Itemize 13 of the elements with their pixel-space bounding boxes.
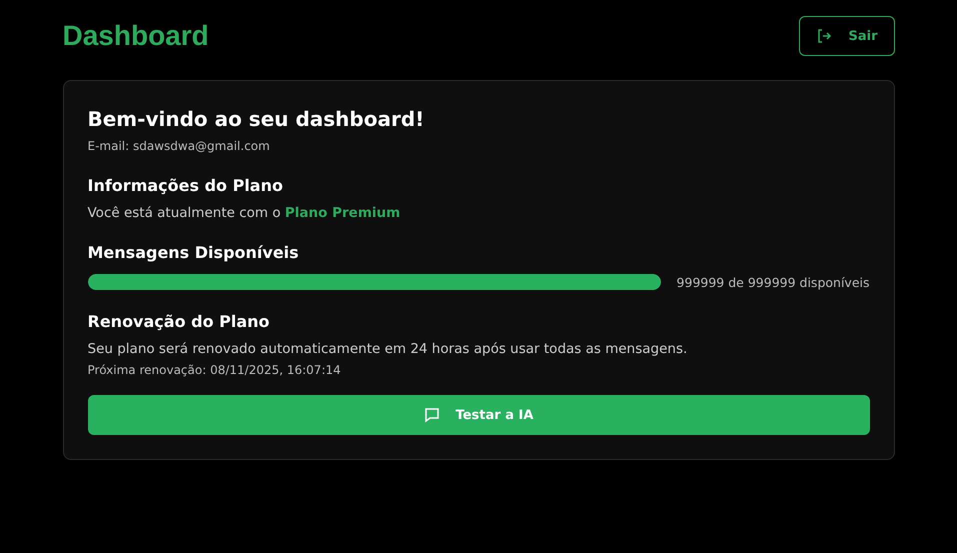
welcome-heading: Bem-vindo ao seu dashboard! [88, 107, 424, 131]
renewal-text: Seu plano será renovado automaticamente em 24 horas após usar todas as mensagens. [88, 341, 688, 357]
email-text: E-mail: sdawsdwa@gmail.com [88, 139, 270, 153]
next-renewal-text: Próxima renovação: 08/11/2025, 16:07:14 [88, 363, 341, 377]
logout-button[interactable]: Sair [799, 16, 894, 56]
page-title: Dashboard [62, 20, 209, 52]
section-heading: Mensagens Disponíveis [88, 243, 299, 262]
chat-icon [424, 407, 440, 423]
section-heading: Renovação do Plano [88, 312, 270, 331]
plan-text: Você está atualmente com o Plano Premium [88, 205, 400, 221]
messages-count: 999999 de 999999 disponíveis [676, 274, 870, 290]
logout-icon [816, 28, 832, 44]
section-heading: Informações do Plano [88, 176, 283, 195]
